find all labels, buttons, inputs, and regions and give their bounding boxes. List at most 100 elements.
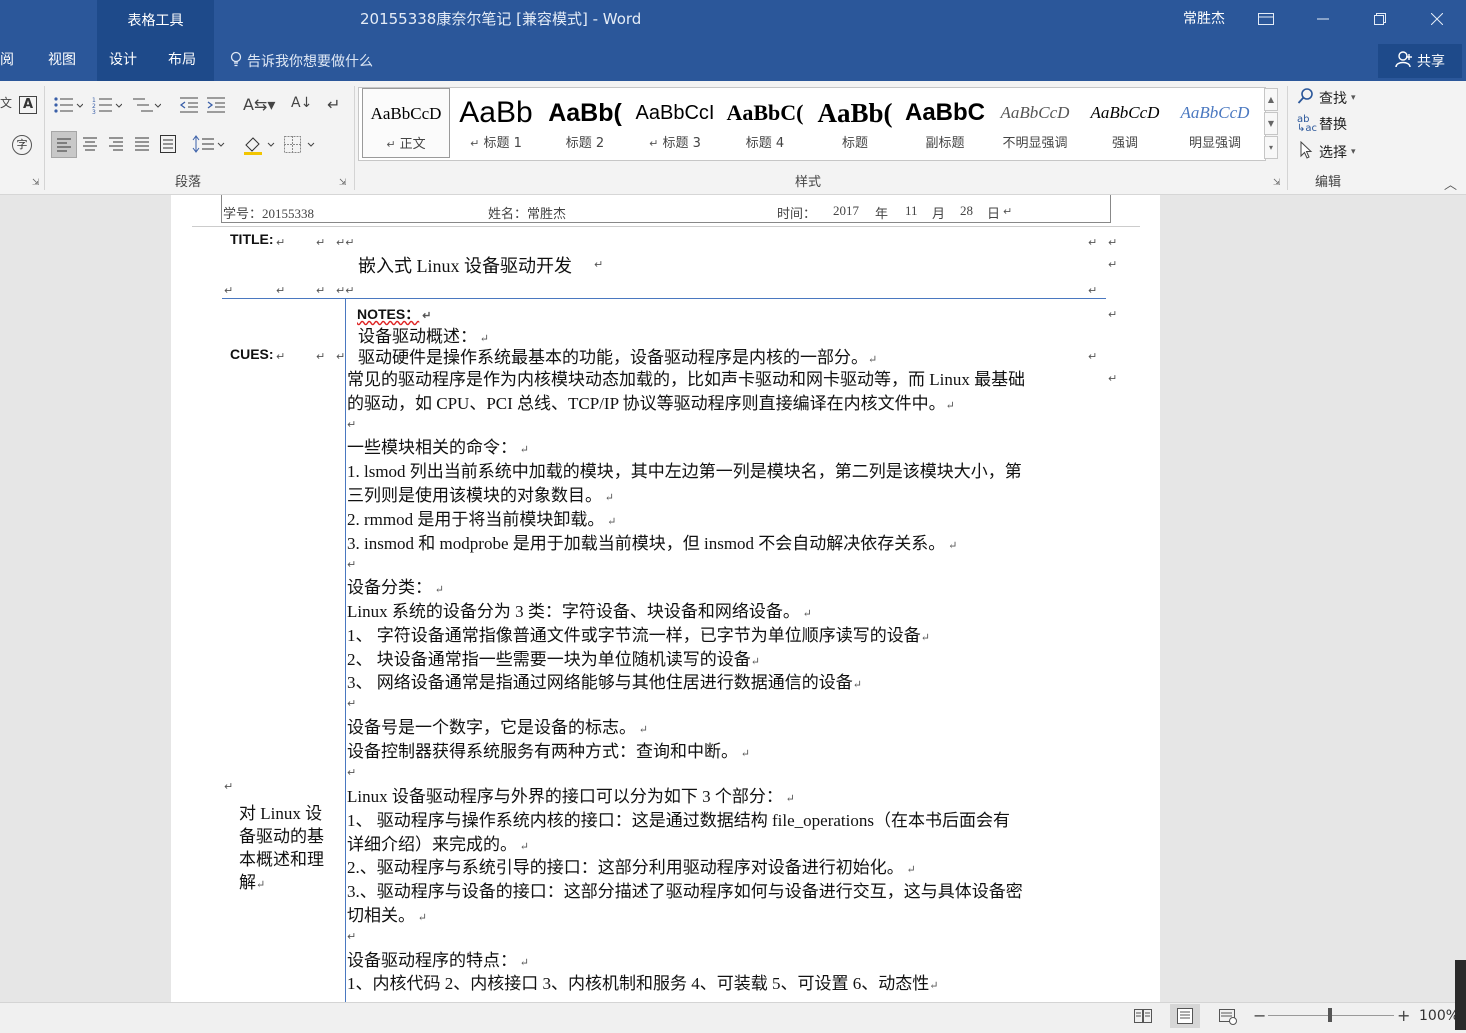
sort-icon[interactable]: A↓	[291, 95, 312, 111]
user-name[interactable]: 常胜杰	[1183, 0, 1225, 40]
borders-icon[interactable]	[282, 133, 316, 159]
read-mode-icon[interactable]	[1133, 1007, 1153, 1029]
minimize-icon[interactable]	[1300, 0, 1346, 38]
increase-indent-icon[interactable]	[205, 96, 227, 118]
style-title[interactable]: AaBb( 标题	[811, 88, 899, 158]
style-heading-2[interactable]: AaBb( 标题 2	[541, 88, 629, 158]
font-dialog-launcher-icon[interactable]: ⇲	[32, 178, 40, 188]
zoom-in-icon[interactable]: +	[1397, 1006, 1410, 1025]
cues-summary-line: 解↵	[239, 873, 266, 892]
select-label: 选择	[1319, 145, 1347, 161]
cell-mark: ↵	[1088, 284, 1098, 297]
paragraph-mark: ↵	[276, 350, 286, 363]
style-emphasis[interactable]: AaBbCcD 强调	[1081, 88, 1169, 158]
tab-review[interactable]: 审阅	[0, 40, 14, 81]
tab-view[interactable]: 视图	[48, 40, 76, 81]
cell-mark: ↵	[336, 350, 346, 363]
style-name: 不明显强调	[1002, 136, 1068, 151]
character-border-icon[interactable]: A	[19, 96, 37, 114]
notes-line: Linux 系统的设备分为 3 类：字符设备、块设备和网络设备。 ↵	[347, 602, 812, 621]
share-button[interactable]: 共享	[1378, 44, 1462, 78]
title-text: 嵌入式 Linux 设备驱动开发	[358, 256, 572, 276]
svg-text:3: 3	[92, 109, 96, 114]
style-subtle-emphasis[interactable]: AaBbCcD 不明显强调	[991, 88, 1079, 158]
justify-icon[interactable]	[132, 133, 152, 159]
bullets-icon[interactable]	[53, 96, 84, 118]
cell-mark: ↵	[1088, 350, 1098, 363]
tab-layout[interactable]: 布局	[168, 40, 196, 81]
distributed-icon[interactable]	[158, 133, 178, 159]
zoom-slider-thumb[interactable]	[1328, 1008, 1332, 1022]
gallery-scroll-up-icon[interactable]: ▲	[1264, 88, 1278, 111]
style-name: 标题 2	[565, 136, 605, 151]
tell-me-search[interactable]: 告诉我你想要做什么	[230, 40, 373, 81]
style-name: 标题	[841, 136, 868, 151]
style-heading-3[interactable]: AaBbCcI ↵ 标题 3	[631, 88, 719, 158]
cell-mark: ↵↵	[336, 284, 355, 297]
notes-line: 常见的驱动程序是作为内核模块动态加载的，比如声卡驱动和网卡驱动等，而 Linux…	[347, 370, 1026, 389]
notes-line: 一些模块相关的命令： ↵	[347, 438, 529, 457]
line-spacing-icon[interactable]	[192, 133, 226, 159]
show-formatting-marks-icon[interactable]: ↵	[327, 95, 340, 114]
cursor-arrow-icon	[1297, 140, 1315, 163]
document-title: 20155338康奈尔笔记 [兼容模式] - Word	[360, 10, 642, 28]
style-sample: AaBbCcD	[1180, 103, 1250, 122]
header-rule-light	[192, 226, 1140, 227]
zoom-out-icon[interactable]: −	[1253, 1006, 1266, 1025]
notes-line: 详细介绍）来完成的。 ↵	[347, 835, 529, 854]
replace-label: 替换	[1319, 117, 1347, 133]
notes-line: 2. rmmod 是用于将当前模块卸载。 ↵	[347, 510, 617, 529]
print-layout-button[interactable]	[1170, 1004, 1200, 1028]
style-sample: AaBbCcI	[635, 102, 715, 124]
numbering-icon[interactable]: 123	[92, 96, 123, 118]
gallery-more-icon[interactable]: ▾	[1264, 136, 1278, 159]
ribbon-display-options-icon[interactable]	[1243, 0, 1289, 38]
cues-summary-line: 备驱动的基	[239, 827, 324, 846]
tab-design[interactable]: 设计	[109, 40, 137, 81]
style-name: 标题 4	[745, 136, 785, 151]
style-normal[interactable]: AaBbCcD ↵ 正文	[362, 88, 450, 158]
multilevel-list-icon[interactable]	[131, 96, 162, 118]
paragraph-group-label: 段落	[175, 175, 202, 190]
find-button[interactable]: 查找 ▾	[1297, 87, 1356, 109]
notes-line: 三列则是使用该模块的对象数目。 ↵	[347, 486, 614, 505]
align-left-button[interactable]	[51, 131, 77, 158]
notes-line: 切相关。 ↵	[347, 906, 427, 925]
align-center-icon[interactable]	[80, 133, 100, 159]
replace-button[interactable]: ab ↳ac 替换	[1297, 114, 1347, 134]
notes-line: 1、 字符设备通常指像普通文件或字节流一样，已字节为单位顺序读写的设备↵	[347, 626, 930, 645]
web-layout-icon[interactable]	[1218, 1007, 1238, 1029]
style-heading-1[interactable]: AaBb ↵ 标题 1	[452, 88, 540, 158]
chinese-layout-icon[interactable]: A⇆▾	[243, 95, 275, 114]
restore-icon[interactable]	[1357, 0, 1403, 38]
gallery-scroll-down-icon[interactable]: ▼	[1264, 112, 1278, 135]
cues-label: CUES:	[230, 346, 274, 362]
shading-icon[interactable]	[242, 133, 276, 159]
enclosed-characters-icon[interactable]: 字	[12, 135, 32, 155]
paragraph-mark: ↵	[594, 258, 604, 271]
notes-line: 3. insmod 和 modprobe 是用于加载当前模块，但 insmod …	[347, 534, 958, 553]
close-icon[interactable]	[1414, 0, 1460, 38]
chevron-down-icon: ▾	[1351, 147, 1356, 157]
style-intense-emphasis[interactable]: AaBbCcD 明显强调	[1171, 88, 1259, 158]
styles-dialog-launcher-icon[interactable]: ⇲	[1273, 178, 1281, 188]
paragraph-mark: ↵	[276, 236, 286, 249]
phonetic-guide-icon[interactable]: 文	[0, 94, 12, 111]
search-icon	[1297, 87, 1315, 109]
style-subtitle[interactable]: AaBbC 副标题	[901, 88, 989, 158]
style-heading-4[interactable]: AaBbC( 标题 4	[721, 88, 809, 158]
paragraph-mark: ↵	[347, 930, 357, 943]
decrease-indent-icon[interactable]	[178, 96, 200, 118]
notes-label: NOTES： ↵	[357, 306, 432, 322]
style-name: 明显强调	[1188, 136, 1241, 151]
table-border	[1110, 195, 1111, 223]
style-sample: AaBb(	[548, 99, 622, 127]
paragraph-dialog-launcher-icon[interactable]: ⇲	[339, 178, 347, 188]
align-right-icon[interactable]	[106, 133, 126, 159]
select-button[interactable]: 选择 ▾	[1297, 140, 1356, 163]
cell-mark: ↵	[316, 236, 326, 249]
replace-icon: ab ↳ac	[1297, 114, 1318, 134]
style-name: ↵ 标题 3	[649, 136, 701, 151]
tell-me-label: 告诉我你想要做什么	[247, 53, 373, 70]
collapse-ribbon-icon[interactable]: ︿	[1444, 174, 1457, 193]
